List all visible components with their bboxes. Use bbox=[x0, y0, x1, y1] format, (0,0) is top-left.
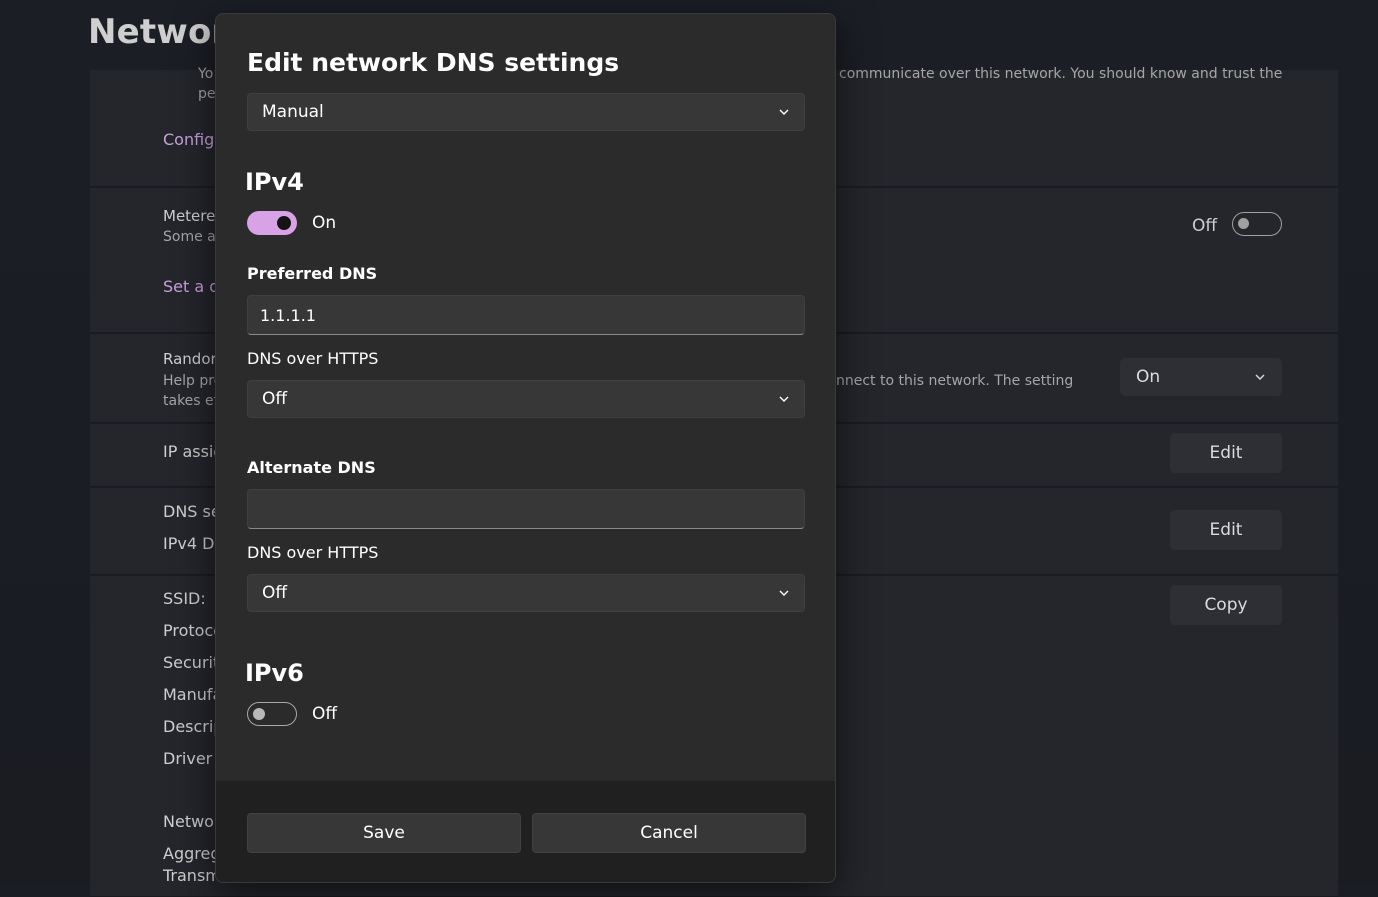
prop-aggregated: Aggreg bbox=[163, 844, 221, 863]
alternate-doh-label: DNS over HTTPS bbox=[247, 543, 379, 562]
ipv6-toggle-label: Off bbox=[312, 704, 338, 724]
ipv4-toggle[interactable] bbox=[247, 211, 297, 235]
ipv4-toggle-label: On bbox=[312, 213, 337, 233]
prop-network-band: Netwo bbox=[163, 812, 214, 831]
prop-transmit: Transm bbox=[163, 866, 221, 885]
data-limit-link[interactable]: Set a d bbox=[163, 277, 219, 296]
configure-firewall-link[interactable]: Config bbox=[163, 130, 214, 149]
chevron-down-icon bbox=[779, 396, 789, 402]
profile-desc-left-1: Yo bbox=[198, 66, 214, 82]
random-hw-sub-1: Help pro bbox=[163, 373, 223, 389]
preferred-dns-input[interactable] bbox=[247, 295, 805, 335]
ipv4-heading: IPv4 bbox=[245, 168, 304, 196]
dns-assignment-edit-button[interactable]: Edit bbox=[1170, 510, 1282, 550]
ipv6-toggle[interactable] bbox=[247, 702, 297, 726]
chevron-down-icon bbox=[779, 109, 789, 115]
chevron-down-icon bbox=[1255, 374, 1265, 380]
metered-state-label: Off bbox=[1192, 216, 1218, 236]
preferred-doh-label: DNS over HTTPS bbox=[247, 349, 379, 368]
preferred-doh-value: Off bbox=[262, 389, 288, 409]
dns-assignment-label: DNS se bbox=[163, 502, 221, 521]
cancel-button[interactable]: Cancel bbox=[532, 813, 806, 853]
prop-manufacturer: Manufa bbox=[163, 685, 223, 704]
prop-ssid: SSID: bbox=[163, 589, 206, 608]
ip-assignment-edit-button[interactable]: Edit bbox=[1170, 433, 1282, 473]
random-hw-title: Randor bbox=[163, 350, 217, 368]
ipv6-heading: IPv6 bbox=[245, 659, 304, 687]
dns-mode-value: Manual bbox=[262, 102, 324, 122]
alternate-doh-select[interactable]: Off bbox=[247, 574, 805, 612]
chevron-down-icon bbox=[779, 590, 789, 596]
dialog-title: Edit network DNS settings bbox=[247, 48, 620, 77]
copy-properties-button[interactable]: Copy bbox=[1170, 585, 1282, 625]
dns-mode-select[interactable]: Manual bbox=[247, 93, 805, 131]
profile-desc-left-2: pe bbox=[198, 86, 216, 102]
metered-title: Metere bbox=[163, 207, 216, 225]
random-hw-select-value: On bbox=[1136, 367, 1161, 387]
save-button[interactable]: Save bbox=[247, 813, 521, 853]
profile-desc-right: communicate over this network. You shoul… bbox=[839, 66, 1283, 82]
preferred-dns-label: Preferred DNS bbox=[247, 264, 378, 283]
prop-security: Securit bbox=[163, 653, 220, 672]
metered-toggle[interactable] bbox=[1232, 212, 1282, 236]
alternate-doh-value: Off bbox=[262, 583, 288, 603]
random-hw-desc-right: nnect to this network. The setting bbox=[836, 373, 1074, 389]
dialog-footer: Save Cancel bbox=[216, 781, 835, 882]
random-hw-sub-2: takes ef bbox=[163, 393, 219, 409]
preferred-doh-select[interactable]: Off bbox=[247, 380, 805, 418]
ipv4-dns-label: IPv4 DI bbox=[163, 534, 220, 553]
alternate-dns-input[interactable] bbox=[247, 489, 805, 529]
random-hw-select[interactable]: On bbox=[1120, 358, 1282, 396]
edit-dns-dialog: Edit network DNS settings Manual IPv4 On… bbox=[215, 13, 836, 883]
alternate-dns-label: Alternate DNS bbox=[247, 458, 376, 477]
